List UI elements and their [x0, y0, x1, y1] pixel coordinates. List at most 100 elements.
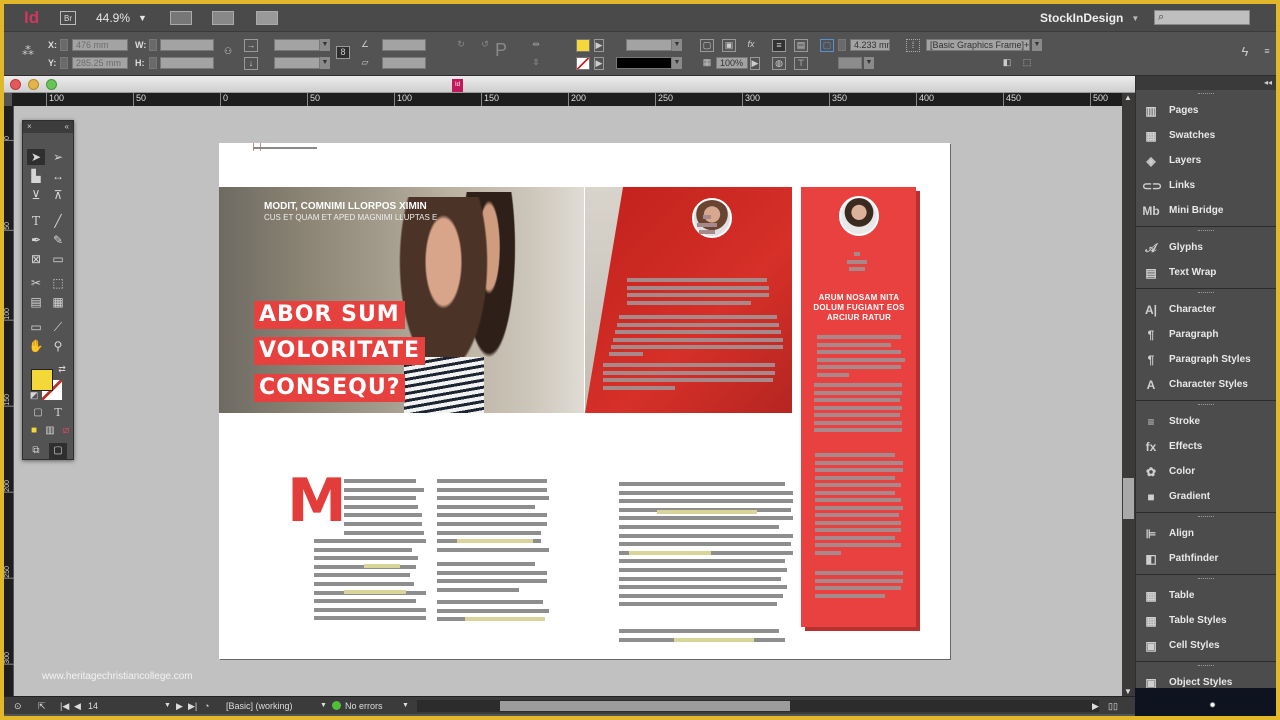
direct-selection-tool[interactable]: ➢	[49, 149, 67, 165]
panel-item-mini-bridge[interactable]: Mb Mini Bridge	[1136, 198, 1276, 223]
rectangle-frame-tool[interactable]: ⊠	[27, 251, 45, 267]
fill-menu-arrow[interactable]: ▶	[594, 39, 604, 52]
shear-field[interactable]	[382, 57, 426, 69]
rectangle-tool[interactable]: ▭	[49, 251, 67, 267]
hero-subtitle[interactable]: MODIT, COMNIMI LLORPOS XIMIN	[264, 201, 427, 212]
panel-item-gradient[interactable]: ■ Gradient	[1136, 484, 1276, 509]
collapse-icon[interactable]: «	[65, 121, 69, 133]
panel-item-align[interactable]: ⊫ Align	[1136, 521, 1276, 546]
hero-photo[interactable]: MODIT, COMNIMI LLORPOS XIMIN CUS ET QUAM…	[219, 187, 584, 413]
stroke-weight-stepper[interactable]	[838, 39, 846, 51]
preflight-icon[interactable]: ⊙	[14, 699, 22, 713]
object-style-dropdown[interactable]: ▼	[1032, 39, 1042, 51]
pen-tool[interactable]: ✒	[27, 232, 45, 248]
panel-item-color[interactable]: ✿ Color	[1136, 459, 1276, 484]
corner-shape-field[interactable]	[838, 57, 862, 69]
page-number-field[interactable]: 14	[88, 699, 98, 713]
hand-tool[interactable]: ✋	[27, 338, 45, 354]
horizontal-scrollbar[interactable]	[417, 700, 1099, 712]
panel-item-character[interactable]: A| Character	[1136, 297, 1276, 322]
content-placer-tool[interactable]: ⊼	[49, 187, 67, 203]
scale-x-field[interactable]	[274, 39, 320, 51]
scroll-up-arrow[interactable]: ▲	[1124, 93, 1132, 102]
text-wrap-none-icon[interactable]: ≡	[772, 39, 786, 52]
collapse-panels-icon[interactable]: ◂◂	[1136, 76, 1276, 90]
pull-quote[interactable]: ARUM NOSAM NITA DOLUM FUGIANT EOS ARCIUR…	[809, 293, 909, 323]
panel-item-character-styles[interactable]: A Character Styles	[1136, 372, 1276, 397]
vertical-scrollbar[interactable]: ▲ ▼	[1122, 93, 1135, 696]
gradient-swatch-tool[interactable]: ▤	[27, 294, 45, 310]
scale-y-field[interactable]	[274, 57, 320, 69]
pencil-tool[interactable]: ✎	[49, 232, 67, 248]
select-content-icon[interactable]: P	[494, 41, 508, 59]
constrain-proportions-icon[interactable]: ⚇	[221, 46, 235, 59]
panel-menu-icon[interactable]: ≡	[1260, 46, 1274, 59]
minimize-window-button[interactable]	[28, 79, 39, 90]
author-avatar[interactable]	[839, 196, 879, 236]
panel-item-paragraph-styles[interactable]: ¶ Paragraph Styles	[1136, 347, 1276, 372]
corner-shape-dropdown[interactable]: ▼	[864, 57, 874, 69]
lightning-icon[interactable]: ϟ	[1238, 45, 1252, 59]
rotate-ccw-icon[interactable]: ↺	[478, 39, 492, 52]
formatting-text-icon[interactable]: T	[49, 405, 67, 421]
next-page-button[interactable]: ▶	[176, 699, 183, 713]
arrange-documents-button[interactable]	[256, 11, 278, 25]
w-stepper[interactable]	[149, 39, 157, 51]
preflight-profile-icon[interactable]: ◔	[204, 699, 209, 713]
line-tool[interactable]: ╱	[49, 213, 67, 229]
x-field[interactable]: 476 mm	[72, 39, 128, 51]
headline-line[interactable]: ABOR SUM	[254, 301, 405, 329]
stroke-type-field[interactable]	[616, 57, 672, 69]
link-icon[interactable]: 8	[336, 46, 350, 59]
stroke-weight-field[interactable]	[626, 39, 672, 51]
w-field[interactable]	[160, 39, 214, 51]
panel-item-table[interactable]: ▦ Table	[1136, 583, 1276, 608]
zoom-window-button[interactable]	[46, 79, 57, 90]
note-tool[interactable]: ▭	[27, 319, 45, 335]
panel-item-text-wrap[interactable]: ▤ Text Wrap	[1136, 260, 1276, 285]
panel-item-glyphs[interactable]: 𝒜 Glyphs	[1136, 235, 1276, 260]
eyedropper-tool[interactable]: ⟋	[49, 319, 67, 335]
panel-item-table-styles[interactable]: ▦ Table Styles	[1136, 608, 1276, 633]
page-spread[interactable]: MODIT, COMNIMI LLORPOS XIMIN CUS ET QUAM…	[219, 143, 950, 659]
zoom-level-dropdown[interactable]: 44.9% ▼	[96, 8, 147, 28]
text-wrap-shape-icon[interactable]: ◍	[772, 57, 786, 70]
selection-tool[interactable]: ➤	[27, 149, 45, 165]
panel-item-stroke[interactable]: ≡ Stroke	[1136, 409, 1276, 434]
close-icon[interactable]: ×	[27, 121, 32, 133]
swap-fill-stroke-icon[interactable]: ⇄	[53, 361, 71, 377]
fit-content-icon[interactable]: ▣	[722, 39, 736, 52]
fill-color-swatch[interactable]	[31, 369, 53, 391]
bridge-button[interactable]: Br	[60, 11, 76, 25]
open-in-window-icon[interactable]: ⇱	[38, 699, 46, 713]
panel-item-paragraph[interactable]: ¶ Paragraph	[1136, 322, 1276, 347]
scroll-right-arrow[interactable]: ▶	[1092, 699, 1099, 713]
close-window-button[interactable]	[10, 79, 21, 90]
panel-item-pages[interactable]: ▥ Pages	[1136, 98, 1276, 123]
opacity-arrow[interactable]: ▶	[750, 57, 760, 70]
headline-line[interactable]: CONSEQU?	[254, 374, 406, 402]
free-transform-tool[interactable]: ⬚	[49, 275, 67, 291]
hero-subtitle-secondary[interactable]: CUS ET QUAM ET APED MAGNIMI LLUPTAS E	[264, 213, 437, 222]
preflight-profile[interactable]: [Basic] (working)	[226, 699, 293, 713]
screen-mode-button[interactable]	[212, 11, 234, 25]
page-dropdown[interactable]: ▼	[164, 699, 171, 713]
h-field[interactable]	[160, 57, 214, 69]
stroke-type-dropdown[interactable]: ▼	[672, 57, 682, 69]
flip-vertical-icon[interactable]: ⇳	[529, 57, 543, 70]
panel-item-cell-styles[interactable]: ▣ Cell Styles	[1136, 633, 1276, 658]
fit-frame-icon[interactable]: ▢	[700, 39, 714, 52]
reference-point-icon[interactable]: ⁂	[20, 45, 36, 62]
split-window-icon[interactable]: ▯▯	[1108, 699, 1118, 713]
rotate-field[interactable]	[382, 39, 426, 51]
object-style-field[interactable]: [Basic Graphics Frame]+	[926, 39, 1030, 51]
gradient-feather-tool[interactable]: ▦	[49, 294, 67, 310]
clear-attributes-icon[interactable]: ⬚	[1020, 57, 1034, 70]
pasteboard[interactable]: MODIT, COMNIMI LLORPOS XIMIN CUS ET QUAM…	[14, 106, 1122, 696]
scroll-down-arrow[interactable]: ▼	[1124, 687, 1132, 696]
view-options-button[interactable]	[170, 11, 192, 25]
formatting-container-icon[interactable]: ▢	[29, 405, 47, 421]
flip-horizontal-icon[interactable]: ⇹	[529, 39, 543, 52]
page-tool[interactable]: ▙	[27, 168, 45, 184]
preflight-status[interactable]: No errors	[332, 699, 383, 713]
